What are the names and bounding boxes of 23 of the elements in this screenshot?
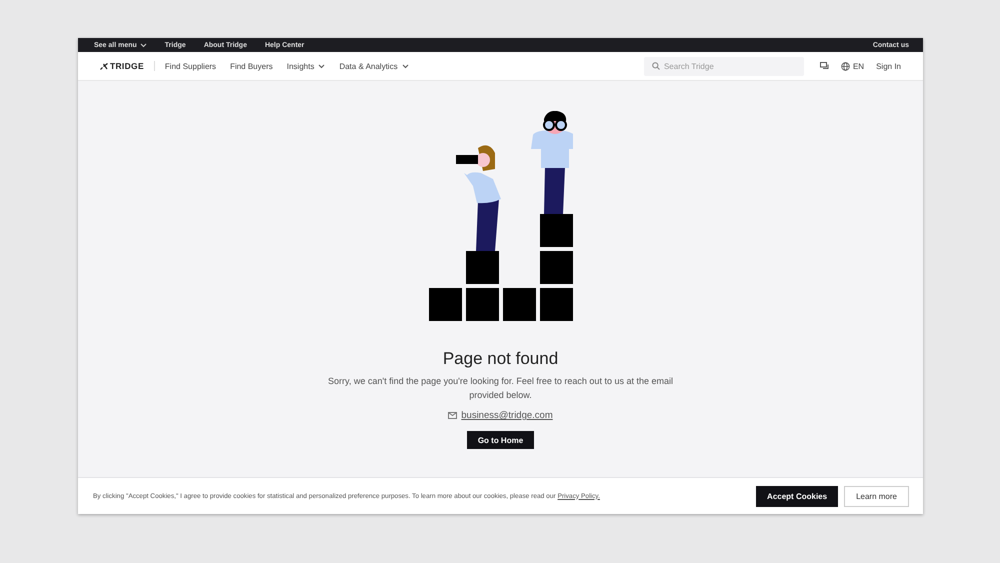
search-icon xyxy=(652,62,660,70)
language-button[interactable]: EN xyxy=(840,62,864,70)
search-field[interactable]: Search Tridge xyxy=(644,56,804,76)
chat-icon xyxy=(820,62,829,70)
chat-button[interactable] xyxy=(820,62,829,70)
error-message: Sorry, we can't find the page you're looking for. Feel free to reach out to us at the email provided below. xyxy=(327,375,674,402)
nav-item[interactable]: Find Suppliers xyxy=(164,62,216,70)
tridge-logo[interactable]: TRIDGE xyxy=(100,61,144,71)
globe-icon xyxy=(840,62,850,70)
sign-in-link[interactable]: Sign In xyxy=(876,62,901,70)
chevron-icon xyxy=(402,64,409,68)
logo-mark-icon xyxy=(100,62,108,70)
nav-item[interactable]: Data & Analytics xyxy=(339,62,409,70)
chevron-icon xyxy=(140,42,147,48)
learn-more-button[interactable]: Learn more xyxy=(844,486,909,506)
nav-item[interactable]: Insights xyxy=(286,62,326,70)
accept-cookies-button[interactable]: Accept Cookies xyxy=(756,486,838,506)
mail-icon xyxy=(448,412,458,419)
nav-item[interactable]: Find Buyers xyxy=(230,62,273,70)
go-home-button[interactable]: Go to Home xyxy=(466,431,534,449)
email-link[interactable]: business@tridge.com xyxy=(461,410,553,421)
chevron-icon xyxy=(318,64,326,68)
page-title: Page not found xyxy=(442,349,558,369)
